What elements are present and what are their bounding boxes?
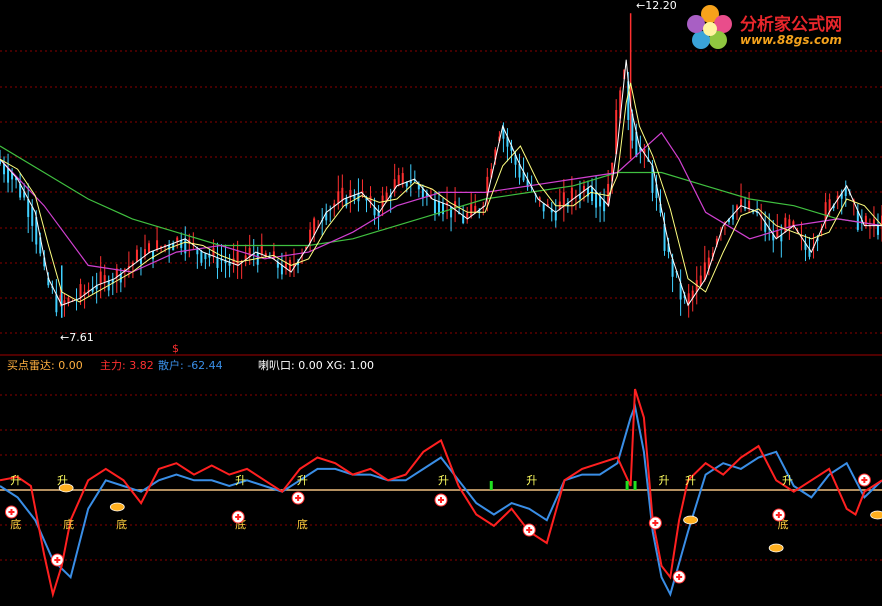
candle-body xyxy=(433,200,436,214)
candle-body xyxy=(7,168,10,183)
gold-ingot-icon xyxy=(58,483,74,493)
candle-body xyxy=(156,240,159,250)
candle-body xyxy=(562,192,565,207)
trumpet-value: 0.00 xyxy=(298,359,323,372)
flower-logo-icon xyxy=(687,5,732,49)
candle-body xyxy=(470,202,473,217)
candle-body xyxy=(200,250,203,263)
low-price-label: ←7.61 xyxy=(60,331,94,344)
candle-body xyxy=(248,247,251,257)
main-force-line xyxy=(0,388,882,599)
green-bar-marker xyxy=(625,481,629,490)
legend-buy-radar: 买点雷达: 0.00 xyxy=(7,357,83,373)
candle-body xyxy=(856,210,859,230)
bottom-marker-label: 底 xyxy=(10,517,21,531)
retail-label: 散户: xyxy=(158,359,184,372)
candle-body xyxy=(591,186,594,202)
candle-body xyxy=(748,200,751,209)
buy-radar-value: 0.00 xyxy=(58,359,83,372)
candle-body xyxy=(148,243,151,253)
green-bar-marker xyxy=(633,481,637,490)
rise-marker-label: 升 xyxy=(10,474,21,487)
retail-value: -62.44 xyxy=(187,359,223,372)
candle-body xyxy=(542,203,545,212)
bottom-marker-label: 底 xyxy=(116,517,127,531)
candle-body xyxy=(216,257,219,268)
rise-marker-label: 升 xyxy=(438,474,449,487)
trumpet-label: 喇叭口: xyxy=(258,359,295,372)
bottom-marker-label: 底 xyxy=(297,517,308,531)
green-bar-marker xyxy=(489,481,493,490)
rise-marker-label: 升 xyxy=(526,474,537,487)
legend-main-force: 主力: 3.82 xyxy=(100,357,154,373)
watermark-site-name: 分析家公式网 xyxy=(740,15,842,35)
candle-body xyxy=(27,198,30,217)
candle-body xyxy=(313,218,316,236)
indicator-lines xyxy=(0,388,882,599)
candle-body xyxy=(570,187,573,201)
high-price-label: ←12.20 xyxy=(636,0,677,12)
candle-body xyxy=(450,206,453,218)
stock-chart-svg: ←12.20 ←7.61 $ 升升升升升升升升升底底底底底底 xyxy=(0,0,882,599)
moving-averages xyxy=(0,59,882,307)
chart-stage: ←12.20 ←7.61 $ 升升升升升升升升升底底底底底底 分析家公式网 ww… xyxy=(0,0,882,602)
gold-ingot-icon xyxy=(870,510,882,520)
candle-body xyxy=(876,225,879,235)
candle-body xyxy=(603,200,606,212)
candle-body xyxy=(337,191,340,204)
candle-body xyxy=(79,284,82,298)
rise-marker-label: 升 xyxy=(235,474,246,487)
gold-ingot-icon xyxy=(768,543,784,553)
rise-marker-label: 升 xyxy=(659,474,670,487)
candle-body xyxy=(31,206,34,226)
candle-body xyxy=(462,215,465,224)
candle-body xyxy=(864,215,867,226)
candle-body xyxy=(99,271,102,284)
rise-marker-label: 升 xyxy=(685,474,696,487)
candle-body xyxy=(341,187,344,201)
main-force-value: 3.82 xyxy=(129,359,154,372)
rise-marker-label: 升 xyxy=(782,474,793,487)
xg-label: XG: xyxy=(326,359,346,372)
candle-body xyxy=(135,249,138,262)
candle-body xyxy=(55,294,58,313)
xg-value: 1.00 xyxy=(349,359,374,372)
candle-body xyxy=(204,253,207,260)
candle-body xyxy=(3,163,6,175)
candle-body xyxy=(554,212,557,221)
main-force-label: 主力: xyxy=(100,359,126,372)
candle-body xyxy=(103,275,106,283)
buy-dollar-marker: $ xyxy=(172,342,179,355)
ma-short-line xyxy=(0,59,882,307)
candle-body xyxy=(740,199,743,206)
candle-body xyxy=(236,251,239,266)
bottom-marker-label: 底 xyxy=(63,517,74,531)
candle-body xyxy=(280,265,283,275)
candle-body xyxy=(349,189,352,197)
gold-ingot-icon xyxy=(109,502,125,512)
watermark-url: www.88gs.com xyxy=(740,33,842,47)
gold-ingot-icon xyxy=(683,515,699,525)
candle-body xyxy=(703,262,706,280)
candle-body xyxy=(401,173,404,184)
legend-trumpet: 喇叭口: 0.00 XG: 1.00 xyxy=(258,357,374,373)
buy-radar-label: 买点雷达: xyxy=(7,359,55,372)
legend-retail: 散户: -62.44 xyxy=(158,357,223,373)
rise-marker-label: 升 xyxy=(297,474,308,487)
candle-body xyxy=(397,175,400,186)
